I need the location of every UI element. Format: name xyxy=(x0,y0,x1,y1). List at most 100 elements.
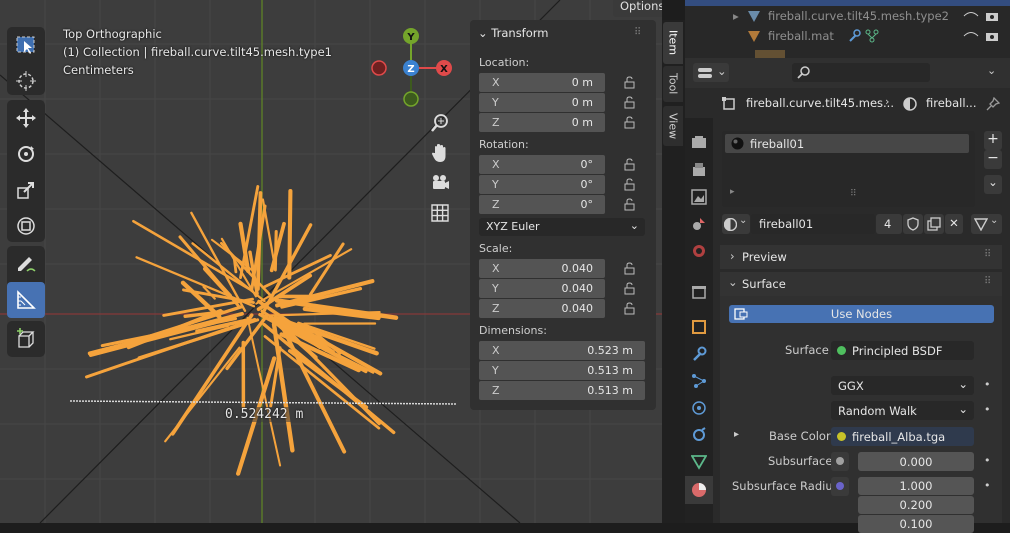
subsurface-method-select[interactable]: Random Walk⌄ xyxy=(831,401,974,420)
slot-specials-menu[interactable]: ⌄ xyxy=(984,175,1002,194)
expand-arrow-icon[interactable]: ▸ xyxy=(733,9,739,23)
perspective-toggle-button[interactable] xyxy=(426,199,454,227)
move-tool[interactable] xyxy=(7,100,45,136)
location-x-field[interactable]: X0 m xyxy=(479,73,605,92)
lock-icon[interactable] xyxy=(624,198,638,211)
surface-shader-field[interactable]: Principled BSDF xyxy=(831,341,974,360)
lock-icon[interactable] xyxy=(624,178,638,191)
select-box-tool[interactable] xyxy=(7,27,45,63)
base-color-field[interactable]: fireball_Alba.tga xyxy=(831,427,974,446)
dimensions-y-field[interactable]: Y0.513 m xyxy=(479,361,645,380)
duplicate-material-button[interactable] xyxy=(924,214,944,234)
subsurface-radius-y-field[interactable]: 0.200 xyxy=(858,496,974,514)
scene-tab-icon[interactable] xyxy=(691,243,707,259)
tool-tab-icon[interactable] xyxy=(691,135,707,151)
add-cube-tool[interactable] xyxy=(7,321,45,357)
tab-tool[interactable]: Tool xyxy=(663,66,683,102)
keyframe-dot-icon[interactable]: • xyxy=(984,378,991,391)
subsurface-radius-z-field[interactable]: 0.100 xyxy=(858,515,974,533)
material-slot-row[interactable]: fireball01 xyxy=(725,134,969,153)
physics-tab-icon[interactable] xyxy=(691,400,707,416)
material-slot-list[interactable]: fireball01 ▸ ⠿ xyxy=(722,131,975,207)
properties-search-input[interactable] xyxy=(792,63,930,82)
annotate-tool[interactable] xyxy=(7,246,45,282)
eye-icon[interactable] xyxy=(963,11,979,21)
distribution-select[interactable]: GGX⌄ xyxy=(831,376,974,395)
resize-handle-icon[interactable]: ⠿ xyxy=(850,189,857,199)
rotation-y-field[interactable]: Y0° xyxy=(479,175,605,194)
cursor-tool[interactable] xyxy=(7,63,45,99)
render-tab-icon[interactable] xyxy=(691,162,707,178)
tab-view[interactable]: View xyxy=(663,106,683,146)
unlink-material-button[interactable]: ✕ xyxy=(945,214,963,234)
transform-panel-header[interactable]: ⌄ Transform xyxy=(478,26,549,40)
measure-tool[interactable] xyxy=(7,282,45,318)
use-nodes-button[interactable]: Use Nodes xyxy=(729,305,994,323)
object-tab-icon[interactable] xyxy=(691,319,707,335)
lock-icon[interactable] xyxy=(624,158,638,171)
rotate-tool[interactable] xyxy=(7,136,45,172)
preview-panel-header[interactable]: › Preview ⠿ xyxy=(720,245,1002,269)
scale-tool[interactable] xyxy=(7,172,45,208)
scale-x-field[interactable]: X0.040 xyxy=(479,259,605,278)
camera-render-icon[interactable] xyxy=(985,30,999,42)
options-dropdown[interactable]: Options ⌄ xyxy=(613,0,662,17)
outliner-row[interactable]: fireball.mat xyxy=(685,27,1010,46)
tab-item[interactable]: Item xyxy=(663,22,683,64)
pin-icon[interactable] xyxy=(986,97,1000,111)
keyframe-dot-icon[interactable]: • xyxy=(984,479,991,492)
world-tab-icon[interactable] xyxy=(691,284,707,300)
constraints-tab-icon[interactable] xyxy=(691,427,707,443)
remove-material-slot-button[interactable]: − xyxy=(984,150,1002,169)
location-z-field[interactable]: Z0 m xyxy=(479,113,605,132)
surface-panel-header[interactable]: ⌄ Surface ⠿ xyxy=(720,272,1002,296)
keyframe-dot-icon[interactable]: • xyxy=(984,454,991,467)
subsurface-radius-x-field[interactable]: 1.000 xyxy=(858,477,974,495)
subsurface-socket-button[interactable] xyxy=(831,452,849,471)
zoom-button[interactable] xyxy=(426,109,454,137)
expand-arrow-icon[interactable]: ▸ xyxy=(730,187,735,197)
drag-handle-icon[interactable]: ⠿ xyxy=(634,27,641,38)
rotation-mode-select[interactable]: XYZ Euler⌄ xyxy=(479,218,645,236)
dimensions-x-field[interactable]: X0.523 m xyxy=(479,341,645,360)
navigation-gizmo[interactable]: Y X Z xyxy=(366,26,456,108)
drag-handle-icon[interactable]: ⠿ xyxy=(984,276,991,287)
lock-icon[interactable] xyxy=(624,282,638,295)
subsurface-radius-socket-button[interactable] xyxy=(831,477,849,496)
object-data-tab-icon[interactable] xyxy=(691,454,707,470)
location-y-field[interactable]: Y0 m xyxy=(479,93,605,112)
drag-handle-icon[interactable]: ⠿ xyxy=(984,249,991,260)
rotation-z-field[interactable]: Z0° xyxy=(479,195,605,214)
subsurface-field[interactable]: 0.000 xyxy=(858,452,974,471)
user-count-button[interactable]: 4 xyxy=(876,214,902,234)
link-type-dropdown[interactable]: ⌄ xyxy=(971,214,1002,234)
add-material-slot-button[interactable]: + xyxy=(984,131,1002,150)
modifier-tab-icon[interactable] xyxy=(691,346,707,362)
expand-arrow-icon[interactable]: ▸ xyxy=(734,429,739,440)
lock-icon[interactable] xyxy=(624,76,638,89)
selected-row-partial[interactable] xyxy=(685,0,1010,6)
material-name-field[interactable]: fireball01 xyxy=(751,214,875,234)
lock-icon[interactable] xyxy=(624,302,638,315)
lock-icon[interactable] xyxy=(624,96,638,109)
camera-view-button[interactable] xyxy=(426,169,454,197)
scale-z-field[interactable]: Z0.040 xyxy=(479,299,605,318)
lock-icon[interactable] xyxy=(624,116,638,129)
outliner-row[interactable]: ▸ fireball.curve.tilt45.mesh.type2 xyxy=(685,7,1010,26)
view-layer-tab-icon[interactable] xyxy=(691,216,707,232)
material-tab-active[interactable] xyxy=(685,476,713,504)
particles-tab-icon[interactable] xyxy=(691,373,707,389)
transform-tool[interactable] xyxy=(7,208,45,244)
eye-icon[interactable] xyxy=(963,31,979,41)
scale-y-field[interactable]: Y0.040 xyxy=(479,279,605,298)
output-tab-icon[interactable] xyxy=(691,189,707,205)
pan-button[interactable] xyxy=(426,139,454,167)
rotation-x-field[interactable]: X0° xyxy=(479,155,605,174)
fake-user-button[interactable] xyxy=(903,214,923,234)
camera-render-icon[interactable] xyxy=(985,10,999,22)
chevron-down-icon[interactable]: ⌄ xyxy=(987,64,996,77)
lock-icon[interactable] xyxy=(624,262,638,275)
dimensions-z-field[interactable]: Z0.513 m xyxy=(479,381,645,400)
browse-material-button[interactable]: ⌄ xyxy=(722,214,750,234)
editor-type-dropdown[interactable]: ⌄ xyxy=(693,63,729,82)
